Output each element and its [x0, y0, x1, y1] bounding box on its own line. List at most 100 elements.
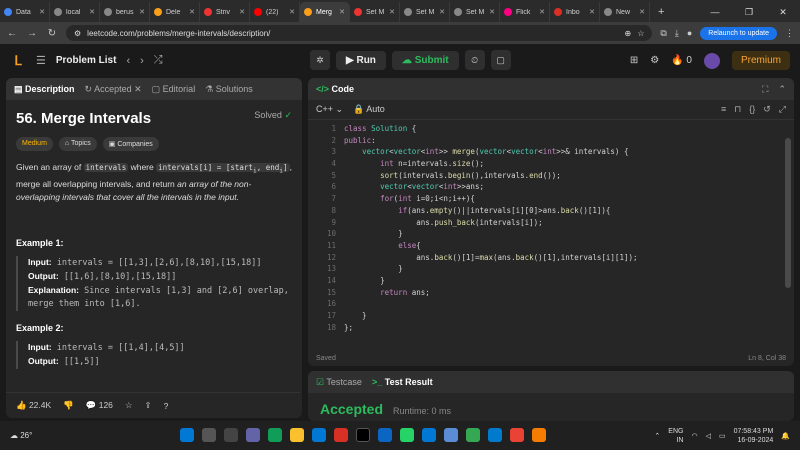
- close-icon[interactable]: ✕: [389, 8, 395, 16]
- extensions-icon[interactable]: ⧉: [660, 28, 666, 39]
- list-icon[interactable]: ☰: [36, 54, 46, 67]
- search-icon[interactable]: [202, 428, 216, 442]
- browser-tab[interactable]: Striv ✕: [200, 2, 250, 22]
- close-icon[interactable]: ✕: [339, 8, 345, 16]
- code-editor[interactable]: 1 2 3 4 5 6 7 8 9 10 11 12 13 14 15 16 17 18 class Soluti…: [308, 120, 794, 333]
- problem-list-link[interactable]: Problem List: [56, 55, 117, 66]
- download-icon[interactable]: ⤓: [675, 28, 679, 39]
- close-icon[interactable]: ✕: [589, 8, 595, 16]
- new-tab-button[interactable]: +: [650, 2, 672, 22]
- tab-description[interactable]: ▤ Description: [14, 84, 75, 95]
- whatsapp-icon[interactable]: [400, 428, 414, 442]
- braces-icon[interactable]: {}: [749, 104, 755, 115]
- close-icon[interactable]: ✕: [189, 8, 195, 16]
- back-icon[interactable]: ←: [6, 28, 18, 39]
- leetcode-logo-icon[interactable]: ᒪ: [10, 53, 26, 69]
- avatar[interactable]: [703, 52, 720, 69]
- reset-icon[interactable]: ↺: [763, 104, 771, 115]
- gmail-app-icon[interactable]: [334, 428, 348, 442]
- volume-icon[interactable]: ◁: [706, 432, 711, 440]
- close-icon[interactable]: ✕: [289, 8, 295, 16]
- language-select[interactable]: C++ ⌄: [316, 104, 343, 115]
- windows-start-icon[interactable]: [180, 428, 194, 442]
- app-icon[interactable]: [444, 428, 458, 442]
- bookmark-star-icon[interactable]: ☆: [637, 29, 644, 38]
- browser-tab[interactable]: Set M ✕: [350, 2, 400, 22]
- browser-tab[interactable]: New ✕: [600, 2, 650, 22]
- submit-button[interactable]: ☁ Submit: [391, 50, 459, 70]
- close-icon[interactable]: ✕: [639, 8, 645, 16]
- url-field[interactable]: ⚙ leetcode.com/problems/merge-intervals/…: [66, 25, 653, 41]
- fullscreen-icon[interactable]: ⛶: [762, 84, 768, 95]
- close-icon[interactable]: ✕: [39, 8, 45, 16]
- settings-gear-icon[interactable]: ⚙: [650, 55, 659, 66]
- like-button[interactable]: 👍 22.4K: [16, 400, 51, 411]
- debug-icon[interactable]: ✲: [310, 50, 330, 70]
- close-icon[interactable]: ✕: [539, 8, 545, 16]
- relaunch-button[interactable]: Relaunch to update: [700, 26, 777, 40]
- menu-icon[interactable]: ⋮: [785, 28, 794, 39]
- tray-expand-icon[interactable]: ⌃: [654, 432, 660, 440]
- teams-icon[interactable]: [246, 428, 260, 442]
- help-icon[interactable]: ?: [164, 401, 169, 411]
- editor-scrollbar[interactable]: [785, 138, 791, 288]
- chrome-icon[interactable]: [510, 428, 524, 442]
- notification-bell-icon[interactable]: 🔔: [781, 432, 790, 440]
- vlc-icon[interactable]: [532, 428, 546, 442]
- layout-icon[interactable]: ⊞: [630, 55, 638, 66]
- store-icon[interactable]: [312, 428, 326, 442]
- notes-icon[interactable]: ▢: [490, 50, 511, 70]
- file-explorer-icon[interactable]: [290, 428, 304, 442]
- browser-tab[interactable]: Inbo ✕: [550, 2, 600, 22]
- chrome-icon[interactable]: [466, 428, 480, 442]
- tab-editorial[interactable]: ▢ Editorial: [152, 84, 196, 95]
- browser-tab[interactable]: Dele ✕: [150, 2, 200, 22]
- task-view-icon[interactable]: [224, 428, 238, 442]
- star-icon[interactable]: ☆: [125, 400, 133, 411]
- browser-tab[interactable]: Data ✕: [0, 2, 50, 22]
- profile-icon[interactable]: ●: [687, 28, 692, 38]
- timer-icon[interactable]: ⏲: [464, 50, 485, 70]
- browser-tab[interactable]: berus ✕: [100, 2, 150, 22]
- battery-icon[interactable]: ▭: [719, 432, 726, 440]
- browser-tab-active[interactable]: Merg ✕: [300, 2, 350, 22]
- weather-widget[interactable]: ☁ 26°: [10, 431, 32, 440]
- app-icon[interactable]: [422, 428, 436, 442]
- reload-icon[interactable]: ↻: [46, 28, 58, 39]
- tab-solutions[interactable]: ⚗ Solutions: [205, 84, 253, 95]
- auto-mode[interactable]: 🔒 Auto: [353, 104, 385, 115]
- vscode-icon[interactable]: [488, 428, 502, 442]
- linkedin-icon[interactable]: [378, 428, 392, 442]
- expand-icon[interactable]: ⤢: [779, 104, 786, 115]
- tab-testcase[interactable]: ☑ Testcase: [316, 377, 362, 388]
- clock[interactable]: 07:58:43 PM 16-09-2024: [734, 427, 774, 445]
- next-problem-icon[interactable]: ›: [140, 55, 144, 67]
- run-button[interactable]: ▶ Run: [336, 50, 386, 70]
- difficulty-badge[interactable]: Medium: [16, 137, 53, 151]
- companies-button[interactable]: ▣ Companies: [102, 137, 159, 151]
- zoom-icon[interactable]: ⊕: [625, 29, 632, 38]
- browser-tab[interactable]: local ✕: [50, 2, 100, 22]
- premium-button[interactable]: Premium: [731, 51, 790, 70]
- format-icon[interactable]: ≡: [721, 104, 726, 115]
- close-icon[interactable]: ✕: [439, 8, 445, 16]
- dislike-icon[interactable]: 👎: [63, 400, 74, 411]
- browser-tab[interactable]: Set M ✕: [450, 2, 500, 22]
- tab-accepted[interactable]: ↻ Accepted ✕: [85, 84, 142, 95]
- streak-counter[interactable]: 🔥 0: [671, 55, 692, 66]
- close-icon[interactable]: ✕: [89, 8, 95, 16]
- bookmark-icon[interactable]: ⊓: [734, 104, 741, 115]
- share-icon[interactable]: ⇪: [145, 400, 152, 411]
- close-window-icon[interactable]: ✕: [766, 7, 800, 18]
- maximize-icon[interactable]: ❐: [732, 7, 766, 18]
- close-icon[interactable]: ✕: [489, 8, 495, 16]
- site-info-icon[interactable]: ⚙: [74, 29, 81, 38]
- forward-icon[interactable]: →: [26, 28, 38, 39]
- topics-button[interactable]: ⌂ Topics: [58, 137, 97, 151]
- wifi-icon[interactable]: ◠: [691, 432, 697, 440]
- x-icon[interactable]: [356, 428, 370, 442]
- close-icon[interactable]: ✕: [239, 8, 245, 16]
- close-icon[interactable]: ✕: [139, 8, 145, 16]
- tab-test-result[interactable]: >_ Test Result: [372, 377, 433, 387]
- collapse-icon[interactable]: ⌃: [778, 84, 786, 95]
